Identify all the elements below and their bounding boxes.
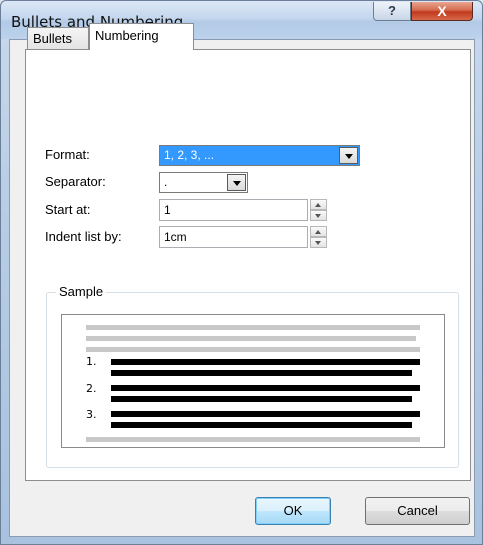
separator-value: . <box>164 175 168 189</box>
dialog-window: Bullets and Numbering ? X Bullets Number… <box>0 0 483 545</box>
preview-gray-line <box>86 347 420 352</box>
preview-text-line <box>111 396 412 402</box>
start-at-input[interactable]: 1 <box>159 199 308 221</box>
format-label: Format: <box>45 147 90 162</box>
preview-gray-line <box>86 325 420 330</box>
format-select[interactable]: 1, 2, 3, ... <box>159 145 360 166</box>
tab-numbering[interactable]: Numbering <box>89 23 194 50</box>
chevron-down-icon[interactable] <box>339 147 358 164</box>
format-value: 1, 2, 3, ... <box>164 148 215 162</box>
preview-gray-line <box>86 336 416 341</box>
preview-number: 2. <box>86 382 97 395</box>
start-at-spinner[interactable] <box>310 199 327 221</box>
tab-bullets[interactable]: Bullets <box>27 27 89 49</box>
start-at-label: Start at: <box>45 202 91 217</box>
close-button[interactable]: X <box>411 2 473 21</box>
spin-down-icon[interactable] <box>310 210 327 221</box>
preview-text-line <box>111 385 420 391</box>
preview-text-line <box>111 370 412 376</box>
help-button[interactable]: ? <box>373 2 411 21</box>
spin-up-icon[interactable] <box>310 199 327 210</box>
sample-preview: 1. 2. 3. <box>61 314 445 448</box>
separator-label: Separator: <box>45 174 106 189</box>
chevron-down-icon[interactable] <box>227 174 246 191</box>
preview-gray-line <box>86 437 420 442</box>
sample-group-label: Sample <box>56 284 107 299</box>
preview-text-line <box>111 422 412 428</box>
spin-down-icon[interactable] <box>310 237 327 248</box>
preview-text-line <box>111 411 420 417</box>
indent-spinner[interactable] <box>310 226 327 248</box>
preview-number: 1. <box>86 355 97 368</box>
indent-input[interactable]: 1cm <box>159 226 308 248</box>
preview-number: 3. <box>86 408 97 421</box>
separator-select[interactable]: . <box>159 172 248 193</box>
spin-up-icon[interactable] <box>310 226 327 237</box>
indent-label: Indent list by: <box>45 229 122 244</box>
cancel-button[interactable]: Cancel <box>365 497 470 525</box>
preview-text-line <box>111 359 420 365</box>
ok-button[interactable]: OK <box>255 497 331 525</box>
